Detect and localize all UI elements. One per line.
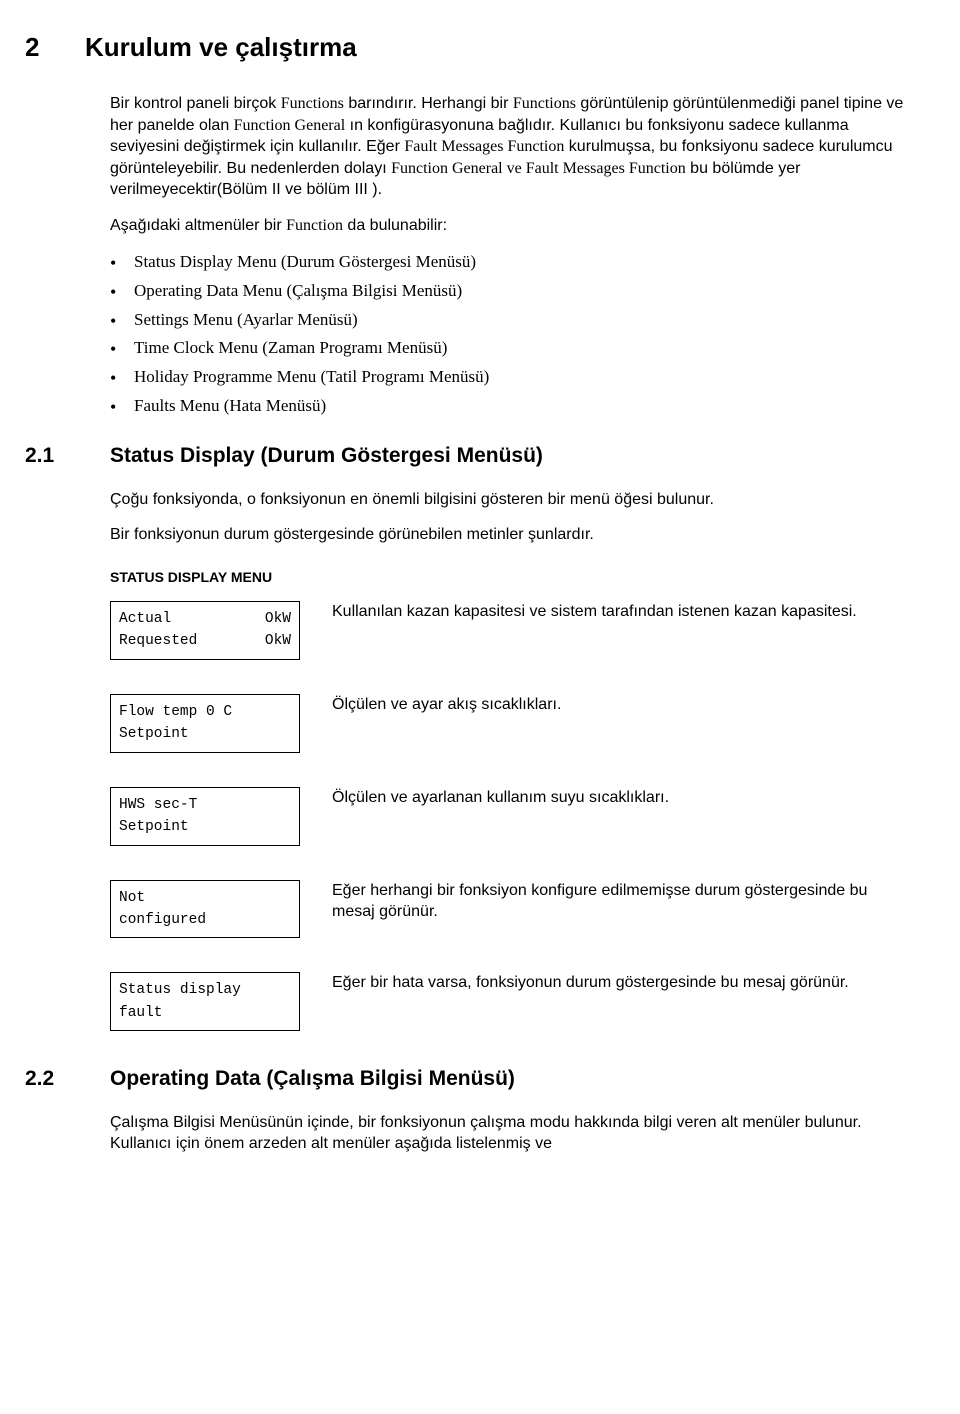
display-line: Flow temp 0 C xyxy=(119,701,291,723)
text-run: Bir kontrol paneli birçok xyxy=(110,95,281,112)
display-line: fault xyxy=(119,1002,291,1024)
display-line: HWS sec-T xyxy=(119,794,291,816)
text-run: Functions xyxy=(281,95,344,112)
display-left: Flow temp 0 C xyxy=(119,701,232,723)
menu-label: STATUS DISPLAY MENU xyxy=(110,568,905,587)
description: Kullanılan kazan kapasitesi ve sistem ta… xyxy=(332,601,905,623)
display-line: Setpoint xyxy=(119,816,291,838)
display-line: Setpoint xyxy=(119,723,291,745)
display-left: Actual xyxy=(119,608,171,630)
heading-title: Operating Data (Çalışma Bilgisi Menüsü) xyxy=(110,1065,515,1093)
text-run: Function xyxy=(286,217,343,234)
text-run: Fault Messages Function xyxy=(526,160,686,177)
heading-title: Kurulum ve çalıştırma xyxy=(85,30,357,65)
text-run: Fault Messages Function xyxy=(404,138,564,155)
list-item: Holiday Programme Menu (Tatil Programı M… xyxy=(110,366,905,389)
list-item: Time Clock Menu (Zaman Programı Menüsü) xyxy=(110,337,905,360)
text-run: Function General xyxy=(391,160,503,177)
text-run: Function General xyxy=(234,117,346,134)
display-left: Not xyxy=(119,887,145,909)
paragraph: Bir kontrol paneli birçok Functions barı… xyxy=(110,93,905,201)
section-heading: 2 Kurulum ve çalıştırma xyxy=(25,30,905,65)
text-run: Aşağıdaki altmenüler bir xyxy=(110,217,286,234)
display-line: Not xyxy=(119,887,291,909)
list-item: Operating Data Menu (Çalışma Bilgisi Men… xyxy=(110,280,905,303)
display-right: OkW xyxy=(265,630,291,652)
list-item: Status Display Menu (Durum Göstergesi Me… xyxy=(110,251,905,274)
heading-number: 2.1 xyxy=(25,442,110,470)
status-item: Status display fault Eğer bir hata varsa… xyxy=(110,972,905,1031)
display-left: fault xyxy=(119,1002,163,1024)
display-box: Status display fault xyxy=(110,972,300,1031)
display-left: HWS sec-T xyxy=(119,794,197,816)
bullet-list: Status Display Menu (Durum Göstergesi Me… xyxy=(110,251,905,419)
list-item: Faults Menu (Hata Menüsü) xyxy=(110,395,905,418)
description: Eğer bir hata varsa, fonksiyonun durum g… xyxy=(332,972,905,994)
description: Eğer herhangi bir fonksiyon konfigure ed… xyxy=(332,880,905,923)
text-run: ve xyxy=(503,160,526,177)
display-left: Requested xyxy=(119,630,197,652)
display-left: configured xyxy=(119,909,206,931)
display-box: Actual OkW Requested OkW xyxy=(110,601,300,660)
display-box: Flow temp 0 C Setpoint xyxy=(110,694,300,753)
display-box: Not configured xyxy=(110,880,300,939)
display-left: Setpoint xyxy=(119,723,189,745)
display-line: Actual OkW xyxy=(119,608,291,630)
status-item: Flow temp 0 C Setpoint Ölçülen ve ayar a… xyxy=(110,694,905,753)
description: Ölçülen ve ayarlanan kullanım suyu sıcak… xyxy=(332,787,905,809)
text-run: da bulunabilir: xyxy=(343,217,447,234)
section-body: Çoğu fonksiyonda, o fonksiyonun en öneml… xyxy=(110,489,905,1032)
heading-number: 2.2 xyxy=(25,1065,110,1093)
paragraph: Çoğu fonksiyonda, o fonksiyonun en öneml… xyxy=(110,489,905,511)
display-line: Status display xyxy=(119,979,291,1001)
display-line: configured xyxy=(119,909,291,931)
display-left: Setpoint xyxy=(119,816,189,838)
heading-title: Status Display (Durum Göstergesi Menüsü) xyxy=(110,442,543,470)
display-right: OkW xyxy=(265,608,291,630)
status-item: Actual OkW Requested OkW Kullanılan kaza… xyxy=(110,601,905,660)
section-body: Çalışma Bilgisi Menüsünün içinde, bir fo… xyxy=(110,1112,905,1155)
section-heading: 2.1 Status Display (Durum Göstergesi Men… xyxy=(25,442,905,470)
display-box: HWS sec-T Setpoint xyxy=(110,787,300,846)
status-item: Not configured Eğer herhangi bir fonksiy… xyxy=(110,880,905,939)
text-run: Functions xyxy=(513,95,576,112)
description: Ölçülen ve ayar akış sıcaklıkları. xyxy=(332,694,905,716)
heading-number: 2 xyxy=(25,30,85,65)
display-left: Status display xyxy=(119,979,241,1001)
status-item: HWS sec-T Setpoint Ölçülen ve ayarlanan … xyxy=(110,787,905,846)
section-body: Bir kontrol paneli birçok Functions barı… xyxy=(110,93,905,418)
paragraph: Aşağıdaki altmenüler bir Function da bul… xyxy=(110,215,905,237)
section-heading: 2.2 Operating Data (Çalışma Bilgisi Menü… xyxy=(25,1065,905,1093)
paragraph: Çalışma Bilgisi Menüsünün içinde, bir fo… xyxy=(110,1112,905,1155)
text-run: barındırır. Herhangi bir xyxy=(344,95,513,112)
display-line: Requested OkW xyxy=(119,630,291,652)
list-item: Settings Menu (Ayarlar Menüsü) xyxy=(110,309,905,332)
paragraph: Bir fonksiyonun durum göstergesinde görü… xyxy=(110,524,905,546)
